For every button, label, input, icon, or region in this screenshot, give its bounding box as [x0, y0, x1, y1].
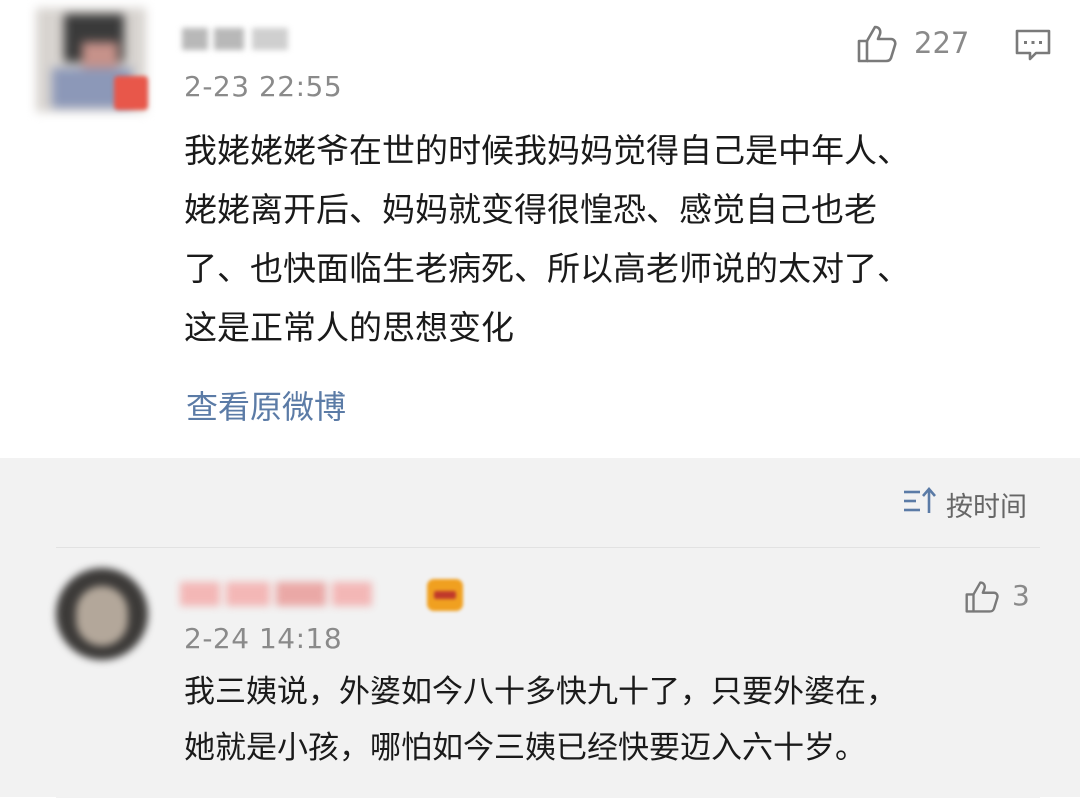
comment-timestamp: 2-23 22:55 [184, 70, 343, 103]
comment-line: 我姥姥姥爷在世的时候我妈妈觉得自己是中年人、 [184, 131, 910, 170]
reply-line: 她就是小孩，哪怕如今三姨已经快要迈入六十岁。 [184, 730, 866, 766]
username-blurred[interactable] [182, 24, 294, 54]
like-count: 227 [914, 26, 970, 60]
reply-line: 我三姨说，外婆如今八十多快九十了，只要外婆在， [184, 674, 897, 710]
thumbs-up-icon[interactable] [964, 580, 1000, 614]
sort-icon[interactable] [902, 486, 938, 516]
comment-line: 了、也快面临生老病死、所以高老师说的太对了、 [184, 249, 910, 288]
thumbs-up-icon[interactable] [856, 24, 898, 64]
reply-like-count: 3 [1012, 579, 1030, 612]
view-original-weibo-link[interactable]: 查看原微博 [186, 382, 346, 428]
reply-body: 我三姨说，外婆如今八十多快九十了，只要外婆在， 她就是小孩，哪怕如今三姨已经快要… [184, 664, 897, 776]
verified-badge-icon [114, 76, 148, 110]
comment-body: 我姥姥姥爷在世的时候我妈妈觉得自己是中年人、 姥姥离开后、妈妈就变得很惶恐、感觉… [184, 121, 910, 357]
reply-user-avatar[interactable] [56, 568, 148, 660]
vip-badge-icon [426, 578, 464, 612]
reply-username-blurred[interactable] [180, 576, 394, 612]
sort-by-time-button[interactable]: 按时间 [946, 485, 1027, 524]
comment-icon[interactable] [1014, 28, 1052, 62]
comment-line: 这是正常人的思想变化 [184, 308, 514, 347]
comment-line: 姥姥离开后、妈妈就变得很惶恐、感觉自己也老 [184, 190, 877, 229]
reply-timestamp: 2-24 14:18 [184, 622, 343, 655]
